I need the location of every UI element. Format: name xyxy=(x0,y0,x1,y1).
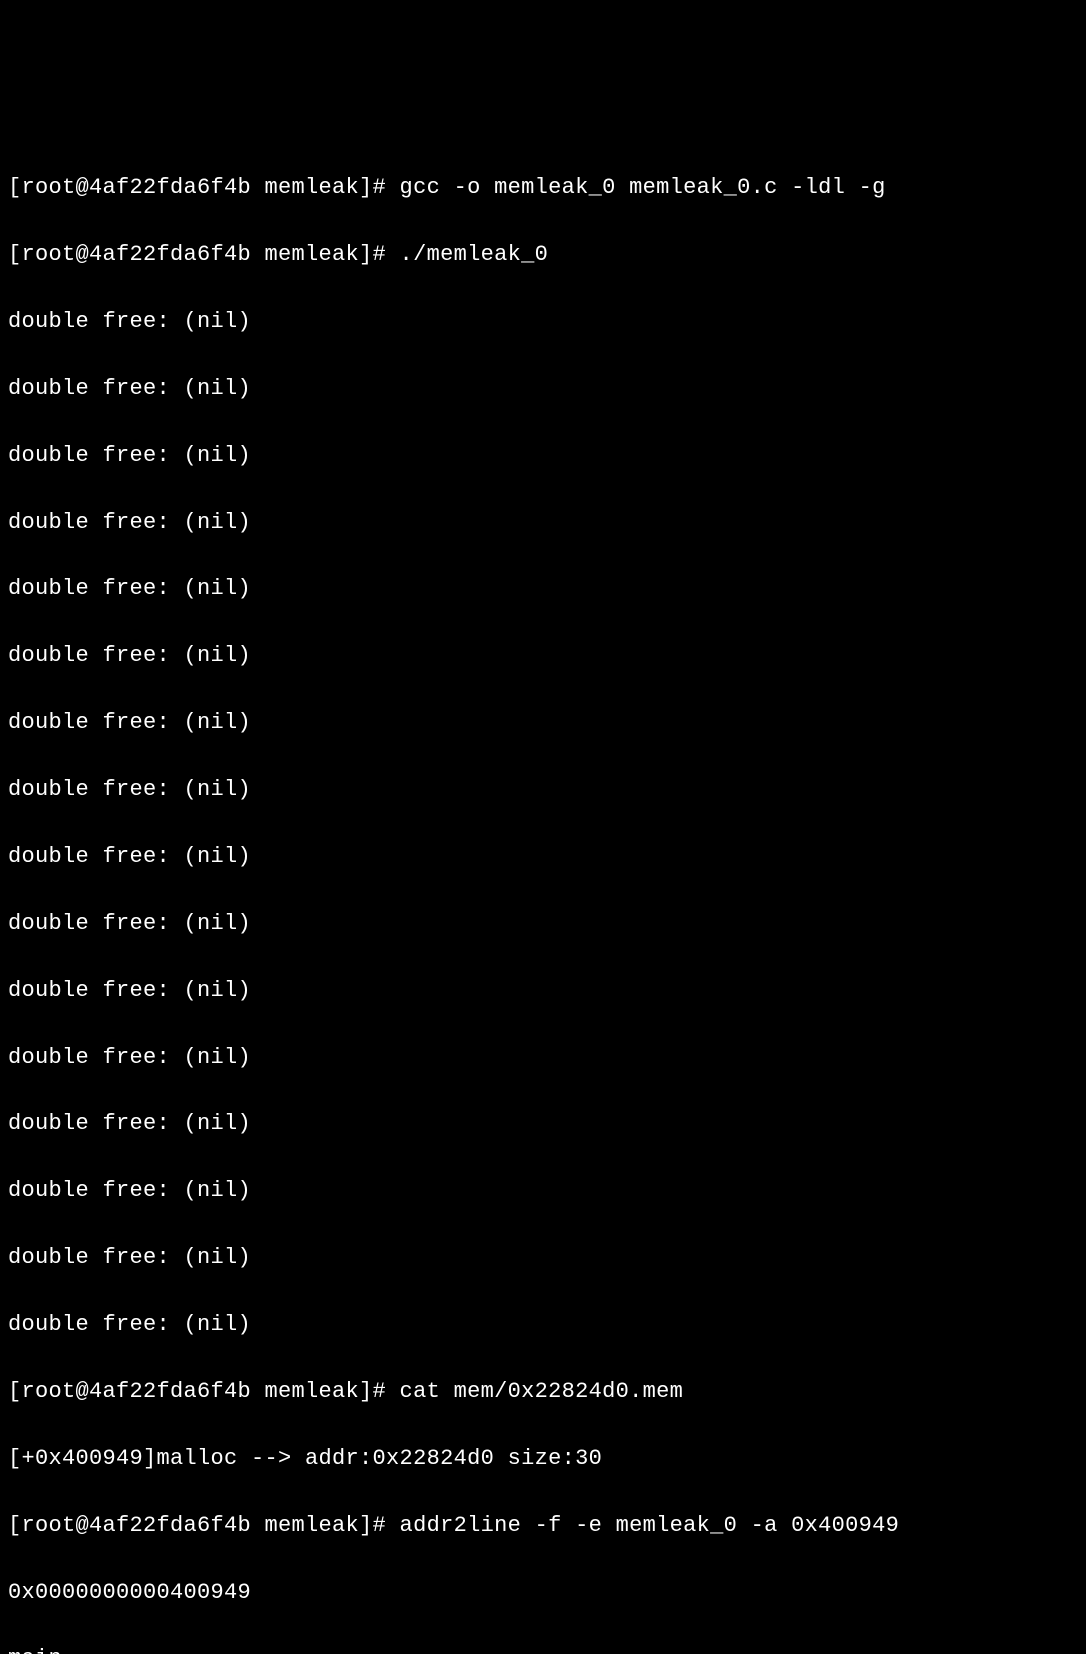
terminal-line: double free: (nil) xyxy=(8,572,1078,605)
terminal-window[interactable]: [root@4af22fda6f4b memleak]# gcc -o meml… xyxy=(8,138,1078,957)
terminal-line: double free: (nil) xyxy=(8,439,1078,472)
terminal-line: [+0x400949]malloc --> addr:0x22824d0 siz… xyxy=(8,1442,1078,1475)
terminal-line: [root@4af22fda6f4b memleak]# cat mem/0x2… xyxy=(8,1375,1078,1408)
terminal-line: [root@4af22fda6f4b memleak]# addr2line -… xyxy=(8,1509,1078,1542)
terminal-line: double free: (nil) xyxy=(8,506,1078,539)
terminal-line: double free: (nil) xyxy=(8,1041,1078,1074)
terminal-line: double free: (nil) xyxy=(8,773,1078,806)
terminal-line: double free: (nil) xyxy=(8,1241,1078,1274)
terminal-line: double free: (nil) xyxy=(8,1174,1078,1207)
terminal-line: [root@4af22fda6f4b memleak]# gcc -o meml… xyxy=(8,171,1078,204)
terminal-line: double free: (nil) xyxy=(8,840,1078,873)
terminal-line: double free: (nil) xyxy=(8,305,1078,338)
terminal-line: main xyxy=(8,1642,1078,1654)
terminal-line: double free: (nil) xyxy=(8,1107,1078,1140)
terminal-line: double free: (nil) xyxy=(8,907,1078,940)
terminal-line: double free: (nil) xyxy=(8,706,1078,739)
terminal-line: double free: (nil) xyxy=(8,372,1078,405)
terminal-line: double free: (nil) xyxy=(8,639,1078,672)
terminal-line: double free: (nil) xyxy=(8,974,1078,1007)
terminal-line: 0x0000000000400949 xyxy=(8,1576,1078,1609)
terminal-line: [root@4af22fda6f4b memleak]# ./memleak_0 xyxy=(8,238,1078,271)
terminal-line: double free: (nil) xyxy=(8,1308,1078,1341)
